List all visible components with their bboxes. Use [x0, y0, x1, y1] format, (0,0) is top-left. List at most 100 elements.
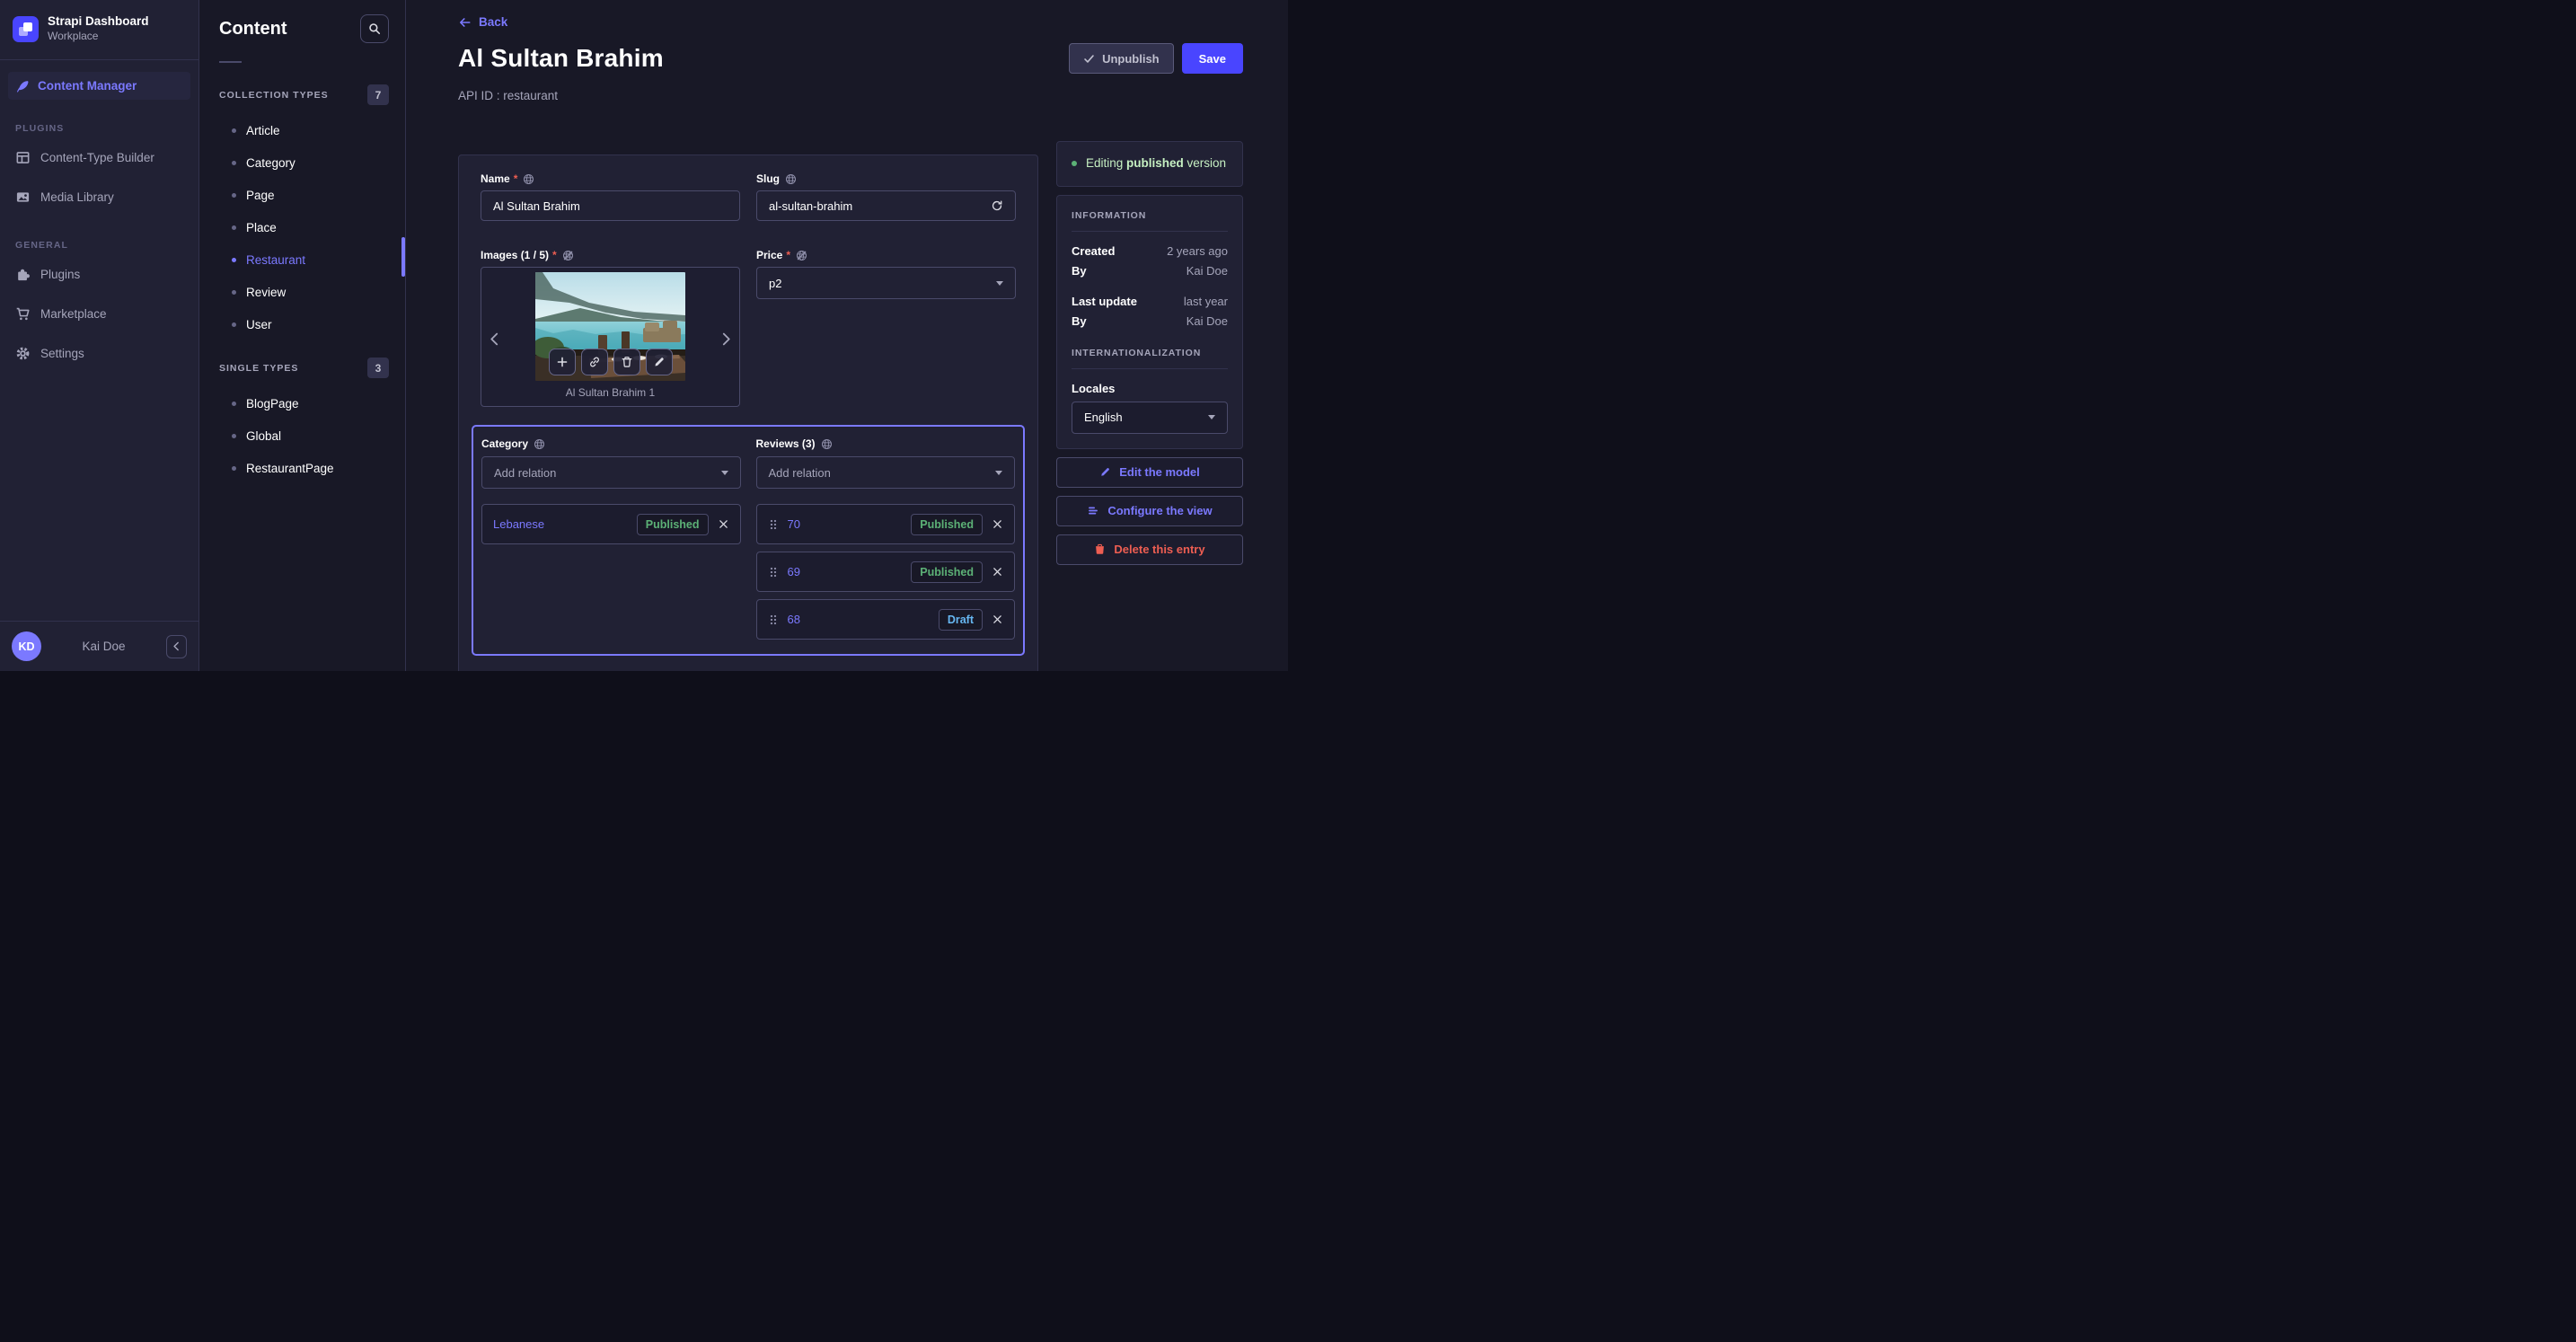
divider: [219, 61, 242, 63]
remove-relation-icon[interactable]: [992, 614, 1003, 625]
delete-entry-button[interactable]: Delete this entry: [1056, 534, 1243, 565]
globe-icon: [821, 438, 833, 450]
slug-field: Slug al-sultan-brahim: [756, 172, 1016, 222]
bullet-icon: [232, 225, 236, 230]
images-field: Images (1 / 5) * Al Sultan Brahim 1: [481, 249, 740, 408]
price-field: Price * p2: [756, 249, 1016, 407]
subnav-scrollbar-thumb[interactable]: [401, 237, 405, 277]
relation-link[interactable]: Lebanese: [493, 517, 544, 531]
drag-handle-icon[interactable]: [768, 566, 779, 578]
updated-by-row: By Kai Doe: [1072, 313, 1228, 328]
subnav-item-category[interactable]: Category: [199, 146, 405, 179]
version-status-text: Editing published version: [1086, 156, 1227, 171]
regenerate-slug-icon[interactable]: [991, 199, 1003, 212]
content-subnav: Content COLLECTION TYPES 7 Article Categ…: [199, 0, 406, 671]
created-row: Created 2 years ago: [1072, 243, 1228, 258]
divider: [0, 59, 198, 61]
user-name: Kai Doe: [82, 640, 126, 653]
last-update-row: Last update last year: [1072, 294, 1228, 308]
subnav-item-restaurant[interactable]: Restaurant: [199, 243, 405, 276]
carousel-prev-icon[interactable]: [490, 332, 499, 346]
globe-icon: [523, 173, 534, 185]
app-title: Strapi Dashboard: [48, 14, 149, 28]
sidebar-item-label: Content Manager: [38, 79, 137, 93]
workspace-name: Workplace: [48, 29, 99, 42]
remove-relation-icon[interactable]: [992, 518, 1003, 530]
subnav-item-review[interactable]: Review: [199, 276, 405, 308]
unpublish-button[interactable]: Unpublish: [1069, 43, 1174, 74]
chevron-down-icon: [1208, 415, 1215, 419]
drag-handle-icon[interactable]: [768, 614, 779, 626]
locales-label: Locales: [1072, 381, 1116, 395]
list-lines-icon: [1087, 505, 1099, 516]
bullet-icon: [232, 192, 236, 198]
price-select[interactable]: p2: [756, 267, 1016, 300]
cart-icon: [15, 306, 31, 322]
main-content: Back Al Sultan Brahim API ID : restauran…: [406, 0, 1288, 671]
sidebar-item-settings[interactable]: Settings: [8, 333, 190, 373]
delete-asset-button[interactable]: [613, 349, 640, 376]
workspace-brand[interactable]: Strapi Dashboard Workplace: [0, 0, 198, 56]
subnav-item-place[interactable]: Place: [199, 211, 405, 243]
puzzle-icon: [15, 267, 31, 282]
name-input[interactable]: Al Sultan Brahim: [481, 190, 740, 222]
status-badge: Published: [911, 561, 983, 583]
carousel-next-icon[interactable]: [721, 332, 731, 346]
header-actions: Unpublish Save: [1069, 43, 1243, 74]
feather-pen-icon: [15, 79, 30, 93]
sidebar-item-label: Settings: [40, 346, 84, 360]
reviews-add-relation-select[interactable]: Add relation: [755, 456, 1015, 490]
name-field: Name * Al Sultan Brahim: [481, 172, 740, 222]
images-carousel: Al Sultan Brahim 1: [481, 267, 740, 408]
user-avatar[interactable]: KD: [12, 631, 41, 661]
relation-link[interactable]: 69: [788, 565, 800, 578]
globe-strike-icon: [562, 250, 574, 261]
sidebar-item-media-library[interactable]: Media Library: [8, 177, 190, 216]
pencil-icon: [1099, 466, 1111, 478]
subnav-item-restaurantpage[interactable]: RestaurantPage: [199, 452, 405, 484]
bullet-icon: [232, 257, 236, 262]
single-types-label: SINGLE TYPES: [219, 362, 299, 374]
sidebar-item-content-type-builder[interactable]: Content-Type Builder: [8, 137, 190, 177]
back-link[interactable]: Back: [458, 15, 507, 29]
sidebar-item-plugins[interactable]: Plugins: [8, 254, 190, 294]
edit-asset-button[interactable]: [645, 349, 673, 376]
subnav-item-page[interactable]: Page: [199, 179, 405, 211]
slug-input[interactable]: al-sultan-brahim: [756, 190, 1016, 222]
drag-handle-icon[interactable]: [768, 518, 779, 531]
subnav-item-user[interactable]: User: [199, 308, 405, 340]
single-types-count: 3: [367, 358, 389, 378]
subnav-item-global[interactable]: Global: [199, 419, 405, 452]
copy-link-button[interactable]: [580, 349, 608, 376]
relation-link[interactable]: 70: [788, 517, 800, 531]
collapse-sidebar-button[interactable]: [166, 634, 187, 658]
single-types-list: BlogPage Global RestaurantPage: [199, 387, 405, 484]
bullet-icon: [232, 433, 236, 438]
category-relation-row: Lebanese Published: [481, 504, 741, 545]
remove-relation-icon[interactable]: [992, 566, 1003, 578]
add-asset-button[interactable]: [548, 349, 576, 376]
subnav-item-blogpage[interactable]: BlogPage: [199, 387, 405, 419]
search-button[interactable]: [360, 14, 389, 43]
subnav-item-article[interactable]: Article: [199, 114, 405, 146]
locale-select[interactable]: English: [1072, 401, 1228, 434]
sidebar-item-marketplace[interactable]: Marketplace: [8, 294, 190, 333]
restaurant-photo[interactable]: [535, 272, 685, 382]
category-add-relation-select[interactable]: Add relation: [481, 456, 741, 490]
sidebar-item-content-manager[interactable]: Content Manager: [8, 72, 190, 101]
review-relation-row: 69 Published: [755, 552, 1015, 593]
gear-icon: [15, 346, 31, 361]
edit-model-button[interactable]: Edit the model: [1056, 456, 1243, 488]
asset-caption: Al Sultan Brahim 1: [565, 386, 656, 400]
collection-types-count: 7: [367, 84, 389, 105]
chevron-down-icon: [720, 470, 728, 475]
globe-icon: [785, 173, 797, 185]
information-heading: INFORMATION: [1072, 209, 1147, 221]
configure-view-button[interactable]: Configure the view: [1056, 495, 1243, 526]
relation-link[interactable]: 68: [788, 613, 800, 626]
remove-relation-icon[interactable]: [718, 518, 729, 530]
save-button[interactable]: Save: [1181, 43, 1243, 74]
divider: [1072, 367, 1228, 369]
globe-icon: [534, 438, 545, 450]
bullet-icon: [232, 160, 236, 165]
